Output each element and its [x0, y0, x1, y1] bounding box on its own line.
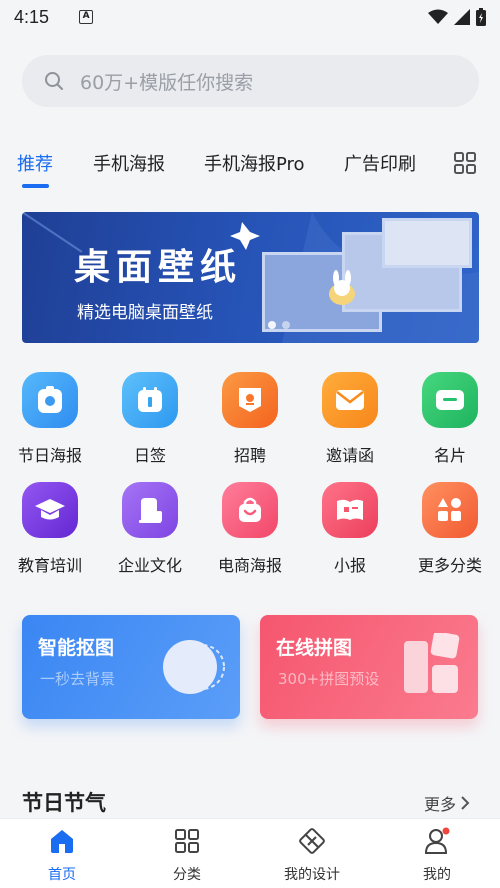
card-subtitle: 一秒去背景 [40, 670, 116, 688]
shopping-bag-icon [222, 482, 278, 538]
category-label: 小报 [333, 556, 366, 575]
bunny-illustration-icon [329, 270, 355, 305]
bottom-navigation: 首页 分类 我的设计 我的 [0, 818, 500, 888]
envelope-icon [322, 372, 378, 428]
category-ecommerce-poster[interactable]: 电商海报 [200, 482, 300, 576]
graduation-cap-icon [22, 482, 78, 538]
section-more-link[interactable]: 更多 [424, 791, 470, 815]
tab-mobile-poster[interactable]: 手机海报 [93, 150, 165, 176]
card-subtitle: 300+拼图预设 [278, 670, 380, 688]
nav-label: 我的设计 [284, 867, 340, 883]
category-label: 节日海报 [17, 446, 82, 465]
category-label: 更多分类 [417, 556, 482, 575]
grid-icon [175, 829, 199, 853]
category-label: 名片 [433, 446, 466, 465]
collage-tiles-icon [404, 633, 460, 693]
photo-icon [22, 372, 78, 428]
badge-icon [222, 372, 278, 428]
promo-banner[interactable]: 桌面壁纸 精选电脑桌面壁纸 [22, 212, 479, 343]
status-icons [428, 8, 486, 26]
category-label: 企业文化 [117, 556, 182, 575]
nav-category[interactable]: 分类 [137, 827, 237, 884]
online-collage-card[interactable]: 在线拼图 300+拼图预设 [260, 615, 478, 719]
status-time: 4:15 [14, 6, 50, 27]
category-invitation[interactable]: 邀请函 [300, 372, 400, 466]
tab-recommend[interactable]: 推荐 [17, 150, 53, 176]
category-label: 邀请函 [325, 446, 374, 465]
nav-label: 分类 [173, 867, 201, 883]
category-recruit[interactable]: 招聘 [200, 372, 300, 466]
banner-subtitle: 精选电脑桌面壁纸 [77, 303, 213, 323]
search-placeholder: 60万+模版任你搜索 [80, 71, 254, 94]
pager-dot [282, 321, 290, 329]
category-label: 电商海报 [217, 556, 282, 575]
nav-my-design[interactable]: 我的设计 [262, 827, 362, 884]
card-icon [422, 372, 478, 428]
category-corporate-culture[interactable]: 企业文化 [100, 482, 200, 576]
category-more[interactable]: 更多分类 [400, 482, 500, 576]
search-bar[interactable]: 60万+模版任你搜索 [22, 55, 479, 107]
chevron-right-icon [461, 796, 470, 810]
nav-profile[interactable]: 我的 [387, 827, 487, 884]
shapes-icon [422, 482, 478, 538]
category-label: 日签 [133, 446, 166, 465]
card-title: 智能抠图 [38, 637, 115, 659]
category-education[interactable]: 教育培训 [0, 482, 100, 576]
category-holiday-poster[interactable]: 节日海报 [0, 372, 100, 466]
more-label: 更多 [424, 795, 457, 814]
category-label: 教育培训 [17, 556, 82, 575]
banner-pager [268, 321, 290, 329]
nav-home[interactable]: 首页 [12, 827, 112, 884]
category-tabloid[interactable]: 小报 [300, 482, 400, 576]
battery-icon [476, 8, 486, 26]
wallpaper-preview-3 [382, 218, 472, 268]
search-icon [45, 72, 63, 90]
calendar-icon [122, 372, 178, 428]
banner-title: 桌面壁纸 [74, 246, 243, 288]
category-label: 招聘 [233, 446, 266, 465]
design-icon [299, 828, 325, 854]
nav-label: 首页 [48, 867, 76, 883]
newspaper-icon [322, 482, 378, 538]
pager-dot-active [268, 321, 276, 329]
category-tabs: 推荐 手机海报 手机海报Pro 广告印刷 [0, 142, 500, 192]
home-icon [51, 830, 73, 853]
card-title: 在线拼图 [276, 637, 353, 659]
smart-cutout-card[interactable]: 智能抠图 一秒去背景 [22, 615, 240, 719]
wifi-icon [428, 9, 448, 24]
signal-icon [454, 9, 470, 25]
all-tabs-grid-icon[interactable] [454, 152, 476, 174]
cutout-circle-icon [163, 640, 225, 694]
tab-mobile-poster-pro[interactable]: 手机海报Pro [204, 150, 305, 176]
notification-badge-icon: A [79, 10, 94, 24]
tab-ad-print[interactable]: 广告印刷 [344, 150, 416, 176]
building-icon [122, 482, 178, 538]
section-title: 节日节气 [22, 791, 106, 815]
active-tab-indicator [22, 184, 49, 188]
profile-icon [424, 827, 450, 854]
status-bar: 4:15 A [0, 0, 500, 34]
nav-label: 我的 [423, 867, 451, 883]
category-business-card[interactable]: 名片 [400, 372, 500, 466]
category-daily-sign[interactable]: 日签 [100, 372, 200, 466]
